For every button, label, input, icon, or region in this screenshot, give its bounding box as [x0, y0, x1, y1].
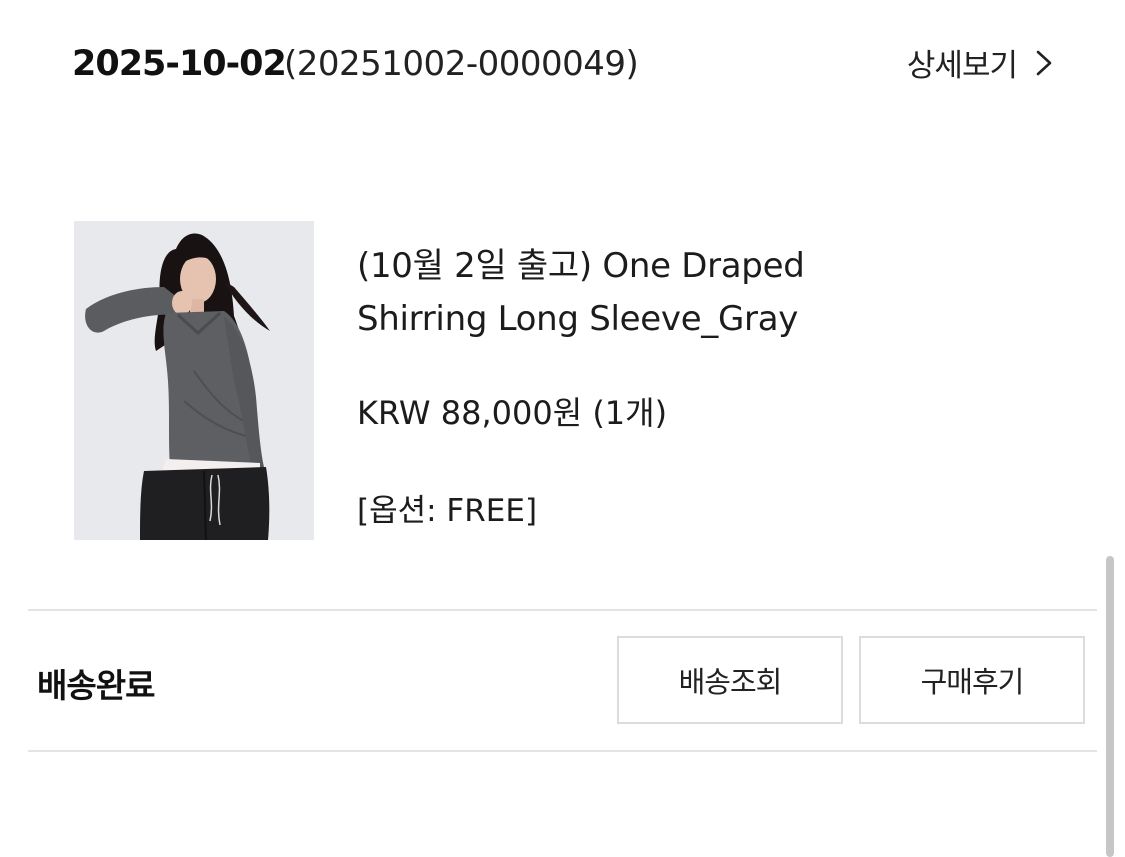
- write-review-button[interactable]: 구매후기: [859, 636, 1085, 724]
- product-photo: [74, 221, 314, 540]
- product-info: (10월 2일 출고) One Draped Shirring Long Sle…: [357, 240, 897, 529]
- order-date: 2025-10-02: [72, 44, 287, 84]
- product-name[interactable]: (10월 2일 출고) One Draped Shirring Long Sle…: [357, 240, 897, 346]
- order-number: (20251002-0000049): [284, 44, 639, 84]
- divider-bottom: [28, 750, 1097, 752]
- chevron-right-icon: [1033, 48, 1055, 78]
- divider-top: [28, 609, 1097, 611]
- order-detail-link[interactable]: 상세보기: [907, 40, 1055, 85]
- track-delivery-button[interactable]: 배송조회: [617, 636, 843, 724]
- product-name-line-1: (10월 2일 출고) One Draped: [357, 246, 805, 286]
- order-header: 2025-10-02 (20251002-0000049) 상세보기: [72, 44, 1055, 94]
- product-name-line-2: Shirring Long Sleeve_Gray: [357, 299, 799, 339]
- product-price: KRW 88,000원 (1개): [357, 394, 668, 432]
- order-status-row: 배송완료 배송조회 구매후기: [0, 612, 1100, 752]
- order-detail-label: 상세보기: [906, 48, 1018, 84]
- product-thumbnail[interactable]: [74, 221, 314, 540]
- delivery-status: 배송완료: [37, 666, 155, 705]
- scrollbar[interactable]: [1106, 556, 1114, 857]
- product-option: [옵션: FREE]: [357, 493, 538, 529]
